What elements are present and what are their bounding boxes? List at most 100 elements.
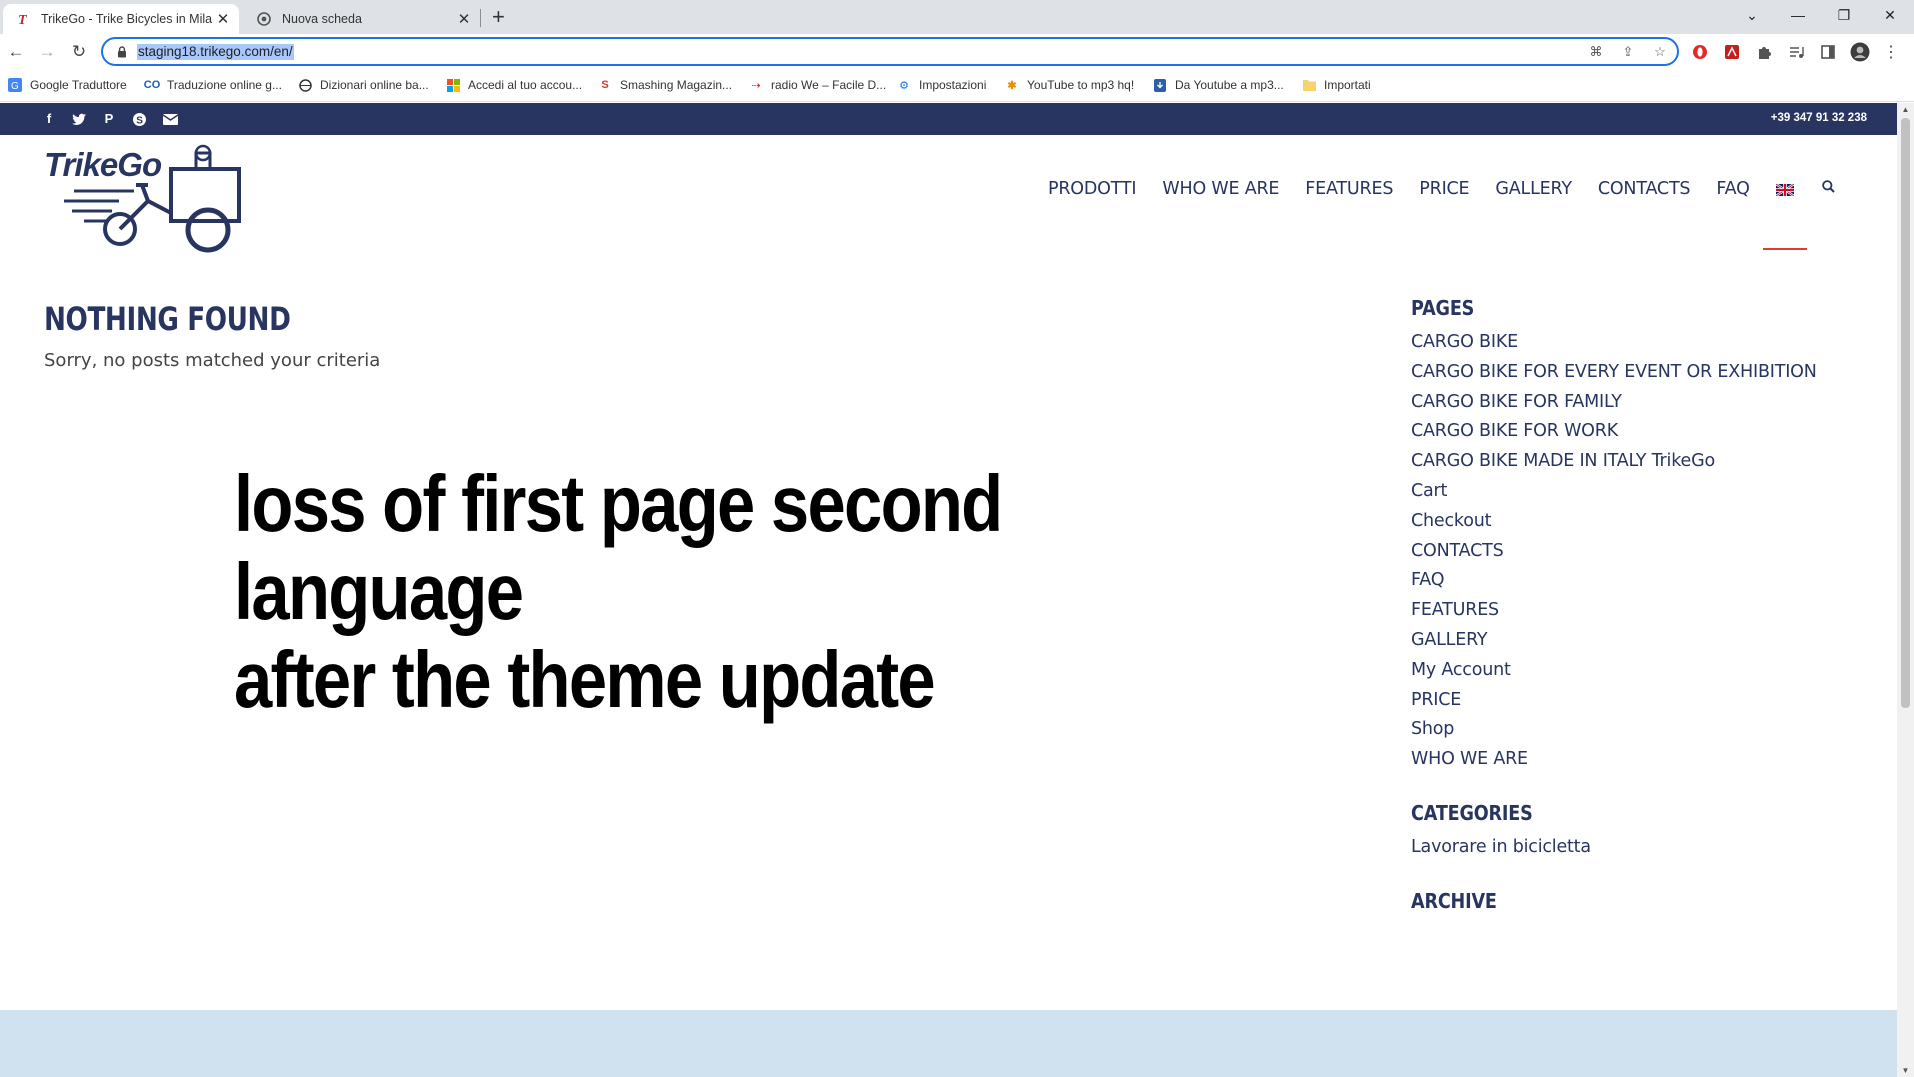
- profile-avatar-icon[interactable]: [1849, 41, 1871, 63]
- nav-faq[interactable]: FAQ: [1716, 179, 1750, 199]
- bookmark-label: Google Traduttore: [30, 78, 127, 92]
- smashing-icon: S: [601, 79, 609, 91]
- tab-title: TrikeGo - Trike Bicycles in Milano: [41, 12, 213, 26]
- close-tab-icon[interactable]: ✕: [454, 10, 474, 28]
- categories-heading: CATEGORIES: [1411, 800, 1533, 825]
- opera-extension-icon[interactable]: [1689, 41, 1711, 63]
- forward-arrow-icon[interactable]: →: [35, 40, 59, 64]
- tab-trikego[interactable]: T TrikeGo - Trike Bicycles in Milano ✕: [3, 4, 239, 34]
- bookmark-label: radio We – Facile D...: [771, 78, 887, 92]
- nav-contacts[interactable]: CONTACTS: [1598, 179, 1691, 199]
- bookmark-dictionaries[interactable]: Dizionari online ba...: [298, 78, 429, 92]
- nav-who-we-are[interactable]: WHO WE ARE: [1162, 179, 1279, 199]
- sidebar: PAGES CARGO BIKE CARGO BIKE FOR EVERY EV…: [1411, 296, 1851, 913]
- skype-icon[interactable]: S: [130, 110, 148, 128]
- close-window-icon[interactable]: ✕: [1867, 0, 1913, 30]
- sidebar-page-link[interactable]: PRICE: [1411, 686, 1851, 716]
- trikego-logo[interactable]: TrikeGo: [44, 143, 244, 253]
- nav-price[interactable]: PRICE: [1419, 179, 1469, 199]
- mail-icon[interactable]: [161, 110, 179, 128]
- bookmark-microsoft-account[interactable]: Accedi al tuo accou...: [446, 78, 582, 92]
- translate-icon[interactable]: ⌘: [1587, 44, 1605, 62]
- sidebar-page-link[interactable]: CARGO BIKE: [1411, 328, 1851, 358]
- bookmark-youtube-mp3[interactable]: ✱ YouTube to mp3 hq!: [1005, 78, 1134, 92]
- archive-heading: ARCHIVE: [1411, 888, 1497, 913]
- sidebar-page-link[interactable]: My Account: [1411, 656, 1851, 686]
- media-control-icon[interactable]: [1785, 41, 1807, 63]
- sidebar-page-link[interactable]: FEATURES: [1411, 596, 1851, 626]
- svg-text:S: S: [136, 115, 143, 126]
- folder-icon: [1302, 78, 1316, 92]
- bookmark-label: Da Youtube a mp3...: [1175, 78, 1284, 92]
- close-tab-icon[interactable]: ✕: [213, 10, 233, 28]
- phone-number[interactable]: +39 347 91 32 238: [1771, 112, 1867, 124]
- main-navigation: PRODOTTI WHO WE ARE FEATURES PRICE GALLE…: [1048, 179, 1835, 199]
- bookmark-folder-imported[interactable]: Importati: [1302, 78, 1371, 92]
- microsoft-icon: [446, 78, 460, 92]
- bookmark-label: Accedi al tuo accou...: [468, 78, 583, 92]
- download-icon: [1153, 78, 1167, 92]
- svg-text:G: G: [11, 81, 19, 92]
- bookmark-label: Dizionari online ba...: [320, 78, 429, 92]
- tab-new[interactable]: Nuova scheda ✕: [244, 4, 480, 34]
- address-bar[interactable]: staging18.trikego.com/en/ ⌘ ⇪ ☆: [101, 37, 1679, 66]
- facebook-icon[interactable]: f: [40, 110, 58, 128]
- google-translate-icon: G: [8, 78, 22, 92]
- pinterest-icon[interactable]: P: [100, 110, 118, 128]
- bookmark-translation-online[interactable]: CO Traduzione online g...: [144, 78, 282, 92]
- sidebar-page-link[interactable]: CARGO BIKE FOR FAMILY: [1411, 388, 1851, 418]
- nav-prodotti[interactable]: PRODOTTI: [1048, 179, 1137, 199]
- site-footer: [0, 1010, 1897, 1077]
- sidebar-category-link[interactable]: Lavorare in bicicletta: [1411, 833, 1851, 863]
- bookmark-smashing-magazine[interactable]: S Smashing Magazin...: [598, 78, 732, 92]
- sidebar-page-link[interactable]: CONTACTS: [1411, 537, 1851, 567]
- pdf-extension-icon[interactable]: [1721, 41, 1743, 63]
- svg-text:T: T: [18, 13, 28, 26]
- share-icon[interactable]: ⇪: [1619, 44, 1637, 62]
- search-icon[interactable]: [1821, 180, 1835, 198]
- sidebar-page-link[interactable]: Cart: [1411, 477, 1851, 507]
- scroll-down-arrow-icon[interactable]: ▼: [1901, 1066, 1910, 1075]
- new-tab-plus-icon[interactable]: +: [492, 6, 505, 28]
- bookmark-google-translate[interactable]: G Google Traduttore: [8, 78, 127, 92]
- svg-text:TrikeGo: TrikeGo: [44, 146, 162, 183]
- annotation-line-1: loss of first page second language: [234, 459, 1003, 636]
- tab-search-chevron-icon[interactable]: ⌄: [1729, 0, 1775, 30]
- sidebar-page-link[interactable]: CARGO BIKE FOR WORK: [1411, 417, 1851, 447]
- bookmark-star-icon[interactable]: ☆: [1651, 44, 1669, 62]
- screenshot-annotation: loss of first page second language after…: [234, 460, 1180, 724]
- uk-flag-icon[interactable]: [1774, 183, 1795, 197]
- pages-list: CARGO BIKE CARGO BIKE FOR EVERY EVENT OR…: [1411, 328, 1851, 775]
- sidebar-page-link[interactable]: WHO WE ARE: [1411, 745, 1851, 775]
- sidebar-page-link[interactable]: CARGO BIKE FOR EVERY EVENT OR EXHIBITION: [1411, 358, 1851, 388]
- reload-icon[interactable]: ↻: [67, 40, 91, 64]
- twitter-icon[interactable]: [70, 110, 88, 128]
- nav-features[interactable]: FEATURES: [1305, 179, 1393, 199]
- bookmark-radio-we[interactable]: ⇢ radio We – Facile D...: [749, 78, 886, 92]
- sidebar-page-link[interactable]: FAQ: [1411, 566, 1851, 596]
- categories-list: Lavorare in bicicletta: [1411, 833, 1851, 863]
- site-top-bar: f P S +39 347 91 32 238: [0, 103, 1897, 135]
- nav-gallery[interactable]: GALLERY: [1495, 179, 1572, 199]
- url-text[interactable]: staging18.trikego.com/en/: [137, 44, 294, 60]
- back-arrow-icon[interactable]: ←: [4, 40, 28, 64]
- scrollbar-thumb[interactable]: [1901, 118, 1910, 708]
- bookmark-youtube-to-mp3[interactable]: Da Youtube a mp3...: [1153, 78, 1284, 92]
- sidebar-page-link[interactable]: GALLERY: [1411, 626, 1851, 656]
- minimize-icon[interactable]: —: [1775, 0, 1821, 30]
- side-panel-icon[interactable]: [1817, 41, 1839, 63]
- restore-icon[interactable]: ❐: [1821, 0, 1867, 30]
- radio-icon: ⇢: [751, 79, 761, 92]
- bookmark-settings[interactable]: ⚙ Impostazioni: [897, 78, 986, 92]
- sidebar-page-link[interactable]: Shop: [1411, 715, 1851, 745]
- lock-icon: [117, 45, 127, 63]
- bookmark-label: YouTube to mp3 hq!: [1027, 78, 1135, 92]
- sidebar-page-link[interactable]: CARGO BIKE MADE IN ITALY TrikeGo: [1411, 447, 1851, 477]
- active-language-underline: [1763, 248, 1807, 250]
- sidebar-page-link[interactable]: Checkout: [1411, 507, 1851, 537]
- page-scrollbar[interactable]: ▲ ▼: [1897, 103, 1914, 1077]
- scroll-up-arrow-icon[interactable]: ▲: [1901, 105, 1910, 114]
- annotation-line-2: after the theme update: [234, 635, 936, 724]
- chrome-menu-icon[interactable]: ⋮: [1880, 41, 1902, 63]
- extensions-puzzle-icon[interactable]: [1753, 41, 1775, 63]
